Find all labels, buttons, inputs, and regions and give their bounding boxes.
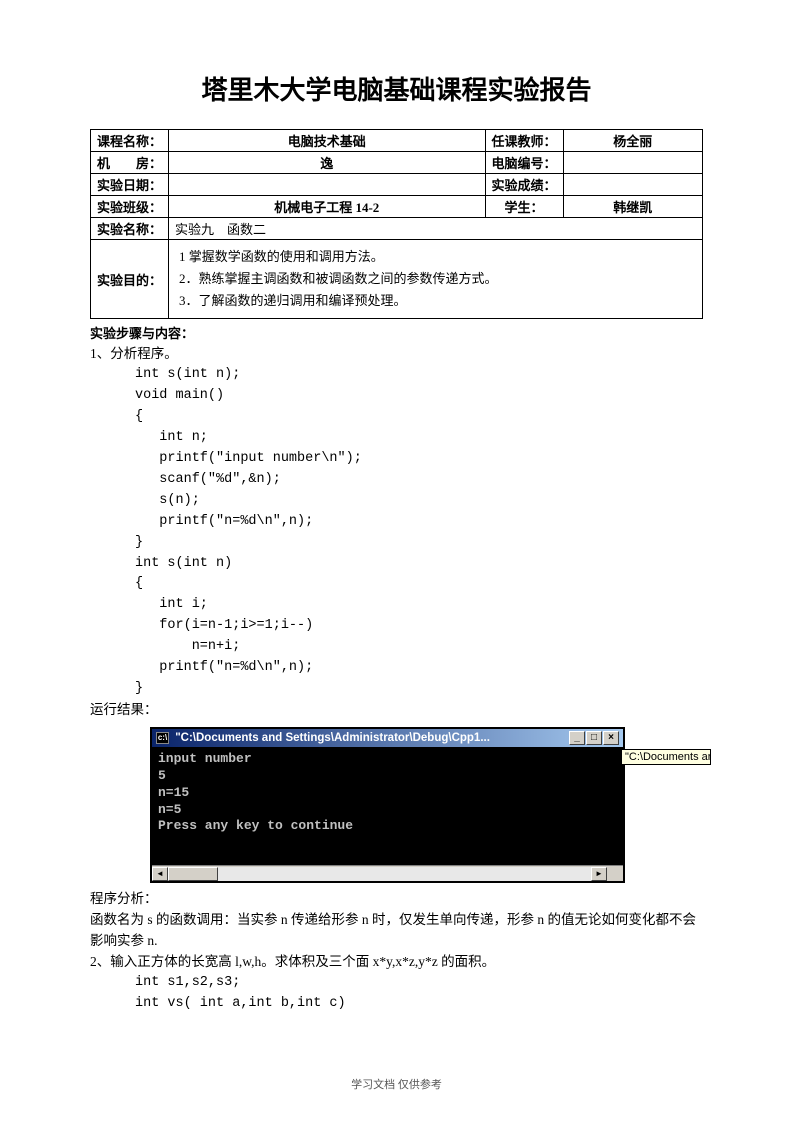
table-row: 实验日期： 实验成绩： — [91, 174, 703, 196]
value-class: 机械电子工程 14-2 — [169, 196, 486, 218]
code-block-2: int s1,s2,s3; int vs( int a,int b,int c) — [90, 973, 703, 1015]
label-room: 机 房： — [91, 152, 169, 174]
size-grip[interactable] — [607, 867, 623, 881]
console-window: c:\ "C:\Documents and Settings\Administr… — [150, 727, 625, 883]
scroll-thumb[interactable] — [168, 867, 218, 881]
label-teacher: 任课教师： — [485, 130, 563, 152]
tooltip: "C:\Documents ar — [621, 749, 711, 765]
label-class: 实验班级： — [91, 196, 169, 218]
value-teacher: 杨全丽 — [563, 130, 702, 152]
table-row: 实验班级： 机械电子工程 14-2 学生： 韩继凯 — [91, 196, 703, 218]
purpose-line: 1 掌握数学函数的使用和调用方法。 — [179, 246, 692, 268]
maximize-button[interactable]: □ — [586, 731, 602, 745]
value-purpose: 1 掌握数学函数的使用和调用方法。 2．熟练掌握主调函数和被调函数之间的参数传递… — [169, 240, 703, 319]
table-row: 实验名称： 实验九 函数二 — [91, 218, 703, 240]
purpose-line: 2．熟练掌握主调函数和被调函数之间的参数传递方式。 — [179, 268, 692, 290]
value-pcnum — [563, 152, 702, 174]
table-row: 机 房： 逸 电脑编号： — [91, 152, 703, 174]
close-button[interactable]: × — [603, 731, 619, 745]
table-row: 实验目的： 1 掌握数学函数的使用和调用方法。 2．熟练掌握主调函数和被调函数之… — [91, 240, 703, 319]
question-1: 1、分析程序。 — [90, 344, 703, 365]
minimize-button[interactable]: _ — [569, 731, 585, 745]
console-output: input number 5 n=15 n=5 Press any key to… — [152, 747, 623, 865]
value-student: 韩继凯 — [563, 196, 702, 218]
label-date: 实验日期： — [91, 174, 169, 196]
scroll-track[interactable] — [168, 867, 591, 881]
info-table: 课程名称： 电脑技术基础 任课教师： 杨全丽 机 房： 逸 电脑编号： 实验日期… — [90, 129, 703, 319]
scroll-right-button[interactable]: ► — [591, 867, 607, 881]
label-grade: 实验成绩： — [485, 174, 563, 196]
table-row: 课程名称： 电脑技术基础 任课教师： 杨全丽 — [91, 130, 703, 152]
scroll-left-button[interactable]: ◄ — [152, 867, 168, 881]
cmd-icon: c:\ — [156, 732, 169, 744]
label-expname: 实验名称： — [91, 218, 169, 240]
value-room: 逸 — [169, 152, 486, 174]
horizontal-scrollbar[interactable]: ◄ ► — [152, 865, 623, 881]
page-footer: 学习文档 仅供参考 — [0, 1076, 793, 1092]
value-expname: 实验九 函数二 — [169, 218, 703, 240]
console-title-text: "C:\Documents and Settings\Administrator… — [175, 732, 490, 744]
run-result-label: 运行结果： — [90, 700, 703, 721]
purpose-line: 3．了解函数的递归调用和编译预处理。 — [179, 290, 692, 312]
question-2: 2、输入正方体的长宽高 l,w,h。求体积及三个面 x*y,x*z,y*z 的面… — [90, 952, 703, 973]
label-pcnum: 电脑编号： — [485, 152, 563, 174]
console-titlebar: c:\ "C:\Documents and Settings\Administr… — [152, 729, 623, 747]
label-course: 课程名称： — [91, 130, 169, 152]
value-course: 电脑技术基础 — [169, 130, 486, 152]
value-grade — [563, 174, 702, 196]
value-date — [169, 174, 486, 196]
analysis-text: 函数名为 s 的函数调用：当实参 n 传递给形参 n 时，仅发生单向传递，形参 … — [90, 910, 703, 952]
steps-label: 实验步骤与内容： — [90, 323, 703, 342]
code-block-1: int s(int n); void main() { int n; print… — [90, 365, 703, 700]
label-student: 学生： — [485, 196, 563, 218]
analysis-label: 程序分析： — [90, 889, 703, 910]
label-purpose: 实验目的： — [91, 240, 169, 319]
console-title: c:\ "C:\Documents and Settings\Administr… — [156, 732, 490, 744]
page-title: 塔里木大学电脑基础课程实验报告 — [90, 70, 703, 107]
